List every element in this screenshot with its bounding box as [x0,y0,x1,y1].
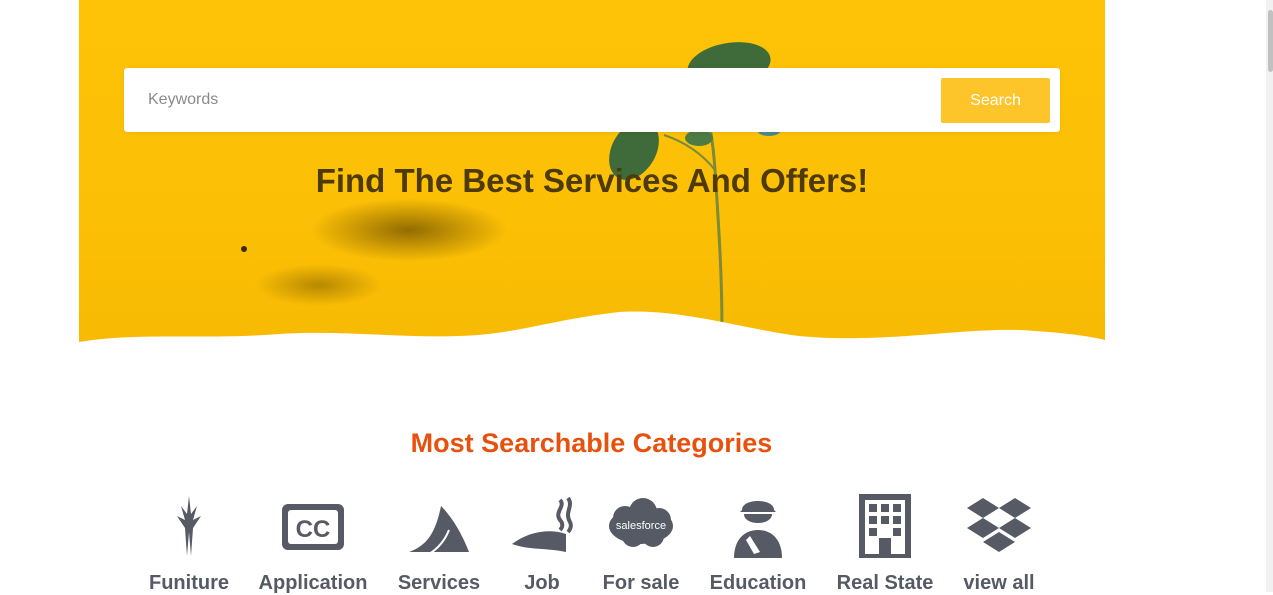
search-button[interactable]: Search [941,78,1050,123]
category-application[interactable]: CC Application [258,492,368,595]
hero-title: Find The Best Services And Offers! [315,162,869,199]
category-real-state[interactable]: Real State [830,492,940,595]
worker-icon [703,492,813,560]
svg-text:CC: CC [296,516,331,543]
salesforce-logo-text: salesforce [616,520,666,532]
search-input[interactable] [138,80,938,120]
dropbox-icon [944,492,1054,560]
building-icon [830,492,940,560]
wave-divider [79,311,1105,370]
category-job[interactable]: Job [487,492,597,595]
categories-title: Most Searchable Categories [410,428,773,458]
search-bar: Search [124,68,1060,132]
closed-captioning-icon: CC [258,492,368,560]
category-funiture[interactable]: Funiture [134,492,244,595]
scrollbar-thumb[interactable] [1268,10,1273,72]
category-services[interactable]: Services [384,492,494,595]
shark-fin-icon [384,492,494,560]
salesforce-icon: salesforce [586,492,696,560]
category-view-all[interactable]: view all [944,492,1054,595]
category-for-sale[interactable]: salesforce For sale [586,492,696,595]
smoking-icon [487,492,597,560]
fantasy-flight-icon [134,492,244,560]
page-scrollbar[interactable] [1266,0,1273,592]
category-education[interactable]: Education [703,492,813,595]
